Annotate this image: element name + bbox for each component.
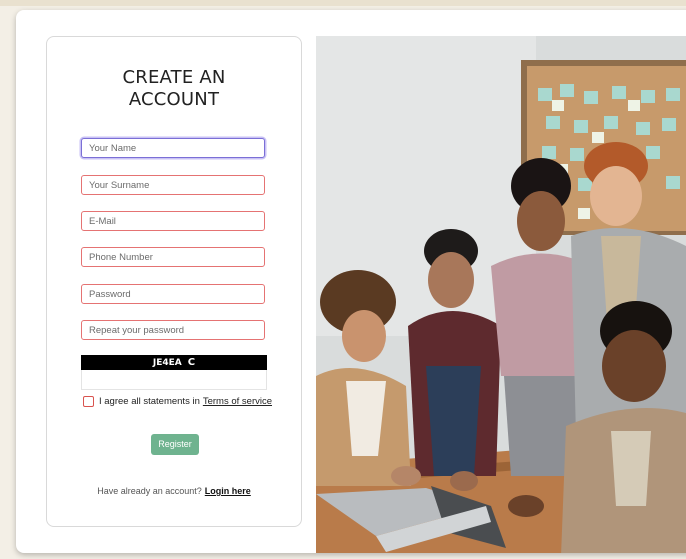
- window-top-edge: [0, 0, 686, 6]
- captcha-box: JE4EA C: [81, 355, 267, 370]
- team-photo: [316, 36, 686, 553]
- refresh-icon[interactable]: C: [188, 357, 195, 368]
- form-title: CREATE AN ACCOUNT: [47, 67, 301, 111]
- login-prompt-text: Have already an account?: [97, 486, 202, 496]
- password-field[interactable]: [81, 284, 265, 304]
- name-field[interactable]: [81, 138, 265, 158]
- surname-field[interactable]: [81, 175, 265, 195]
- signup-card: CREATE AN ACCOUNT JE4EA C I agree all sta…: [16, 10, 686, 553]
- phone-field[interactable]: [81, 247, 265, 267]
- terms-agreement: I agree all statements in Terms of servi…: [83, 394, 283, 408]
- repeat-password-field[interactable]: [81, 320, 265, 340]
- login-link[interactable]: Login here: [205, 486, 251, 496]
- form-title-line2: ACCOUNT: [128, 89, 220, 110]
- login-prompt: Have already an account? Login here: [47, 486, 301, 496]
- terms-link[interactable]: Terms of service: [203, 396, 272, 407]
- email-field[interactable]: [81, 211, 265, 231]
- terms-text: I agree all statements in: [99, 395, 200, 407]
- captcha-input[interactable]: [81, 370, 267, 390]
- signup-form-panel: CREATE AN ACCOUNT JE4EA C I agree all sta…: [46, 36, 302, 527]
- terms-checkbox[interactable]: [83, 395, 94, 407]
- captcha-code: JE4EA: [152, 358, 182, 368]
- register-button[interactable]: Register: [151, 434, 199, 455]
- form-title-line1: CREATE AN: [122, 67, 226, 88]
